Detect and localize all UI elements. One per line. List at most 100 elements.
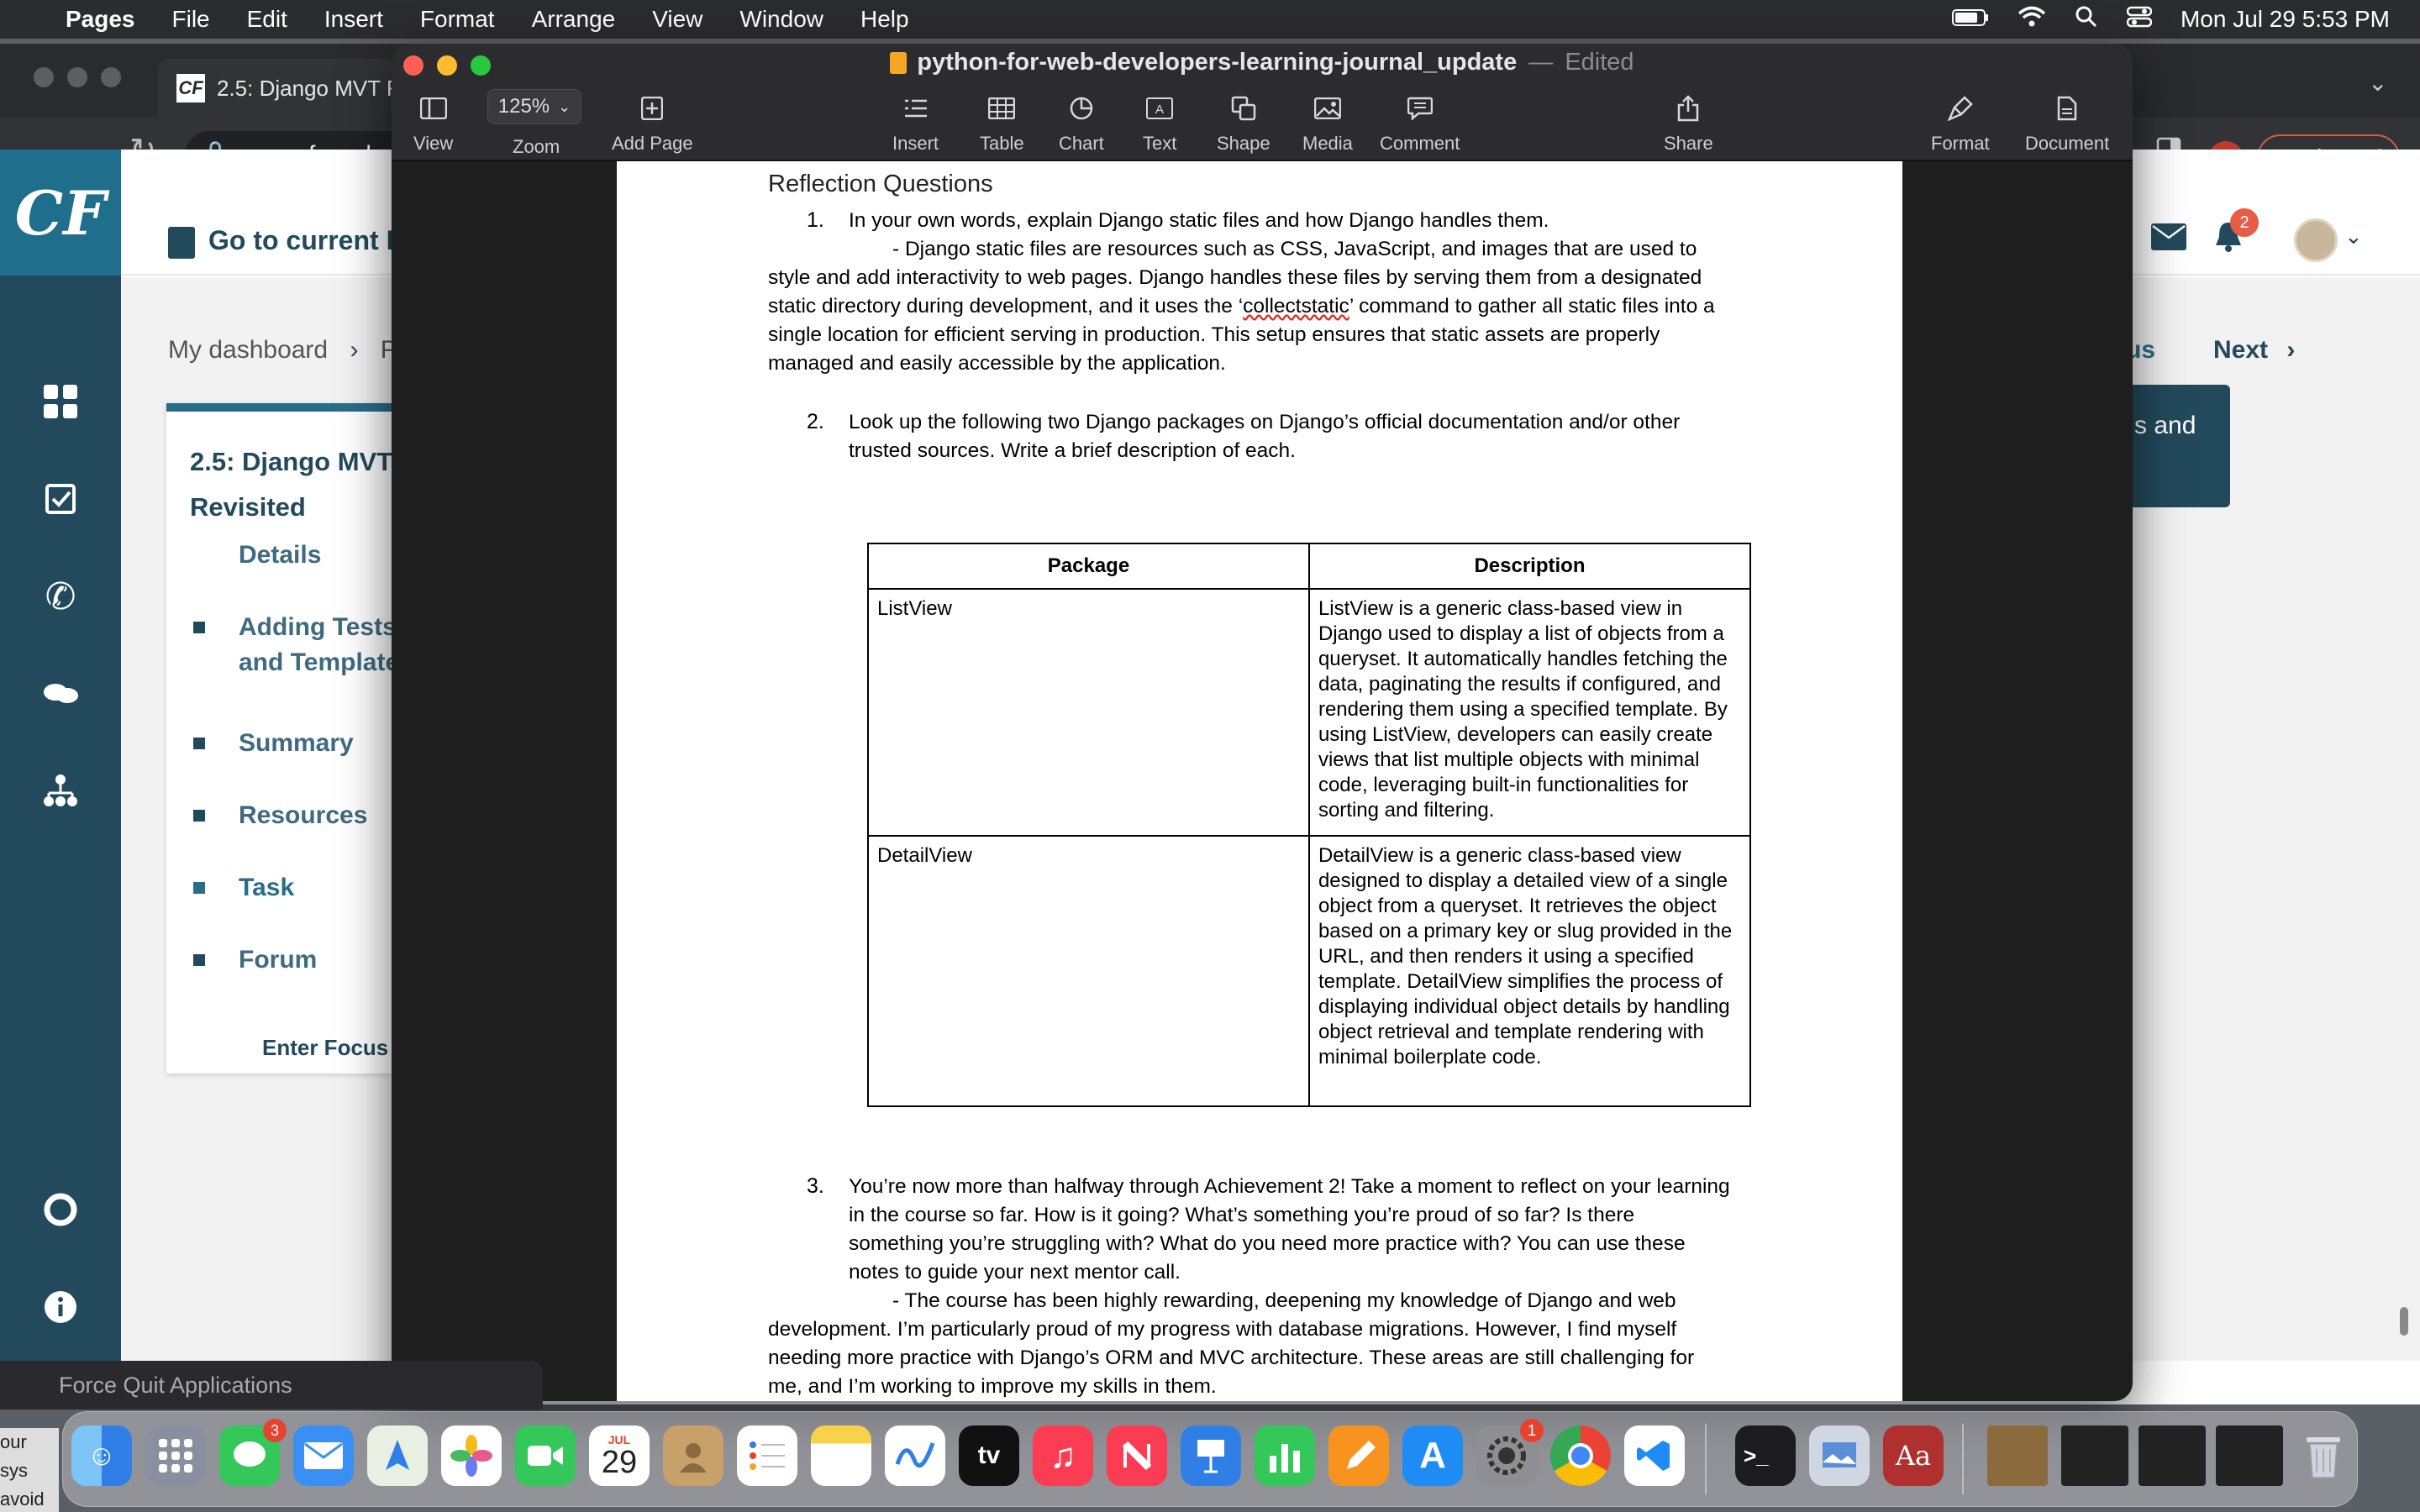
table-button[interactable]: Table [980, 91, 1024, 155]
menu-help[interactable]: Help [860, 6, 909, 33]
menu-app-name[interactable]: Pages [66, 6, 135, 33]
facetime-icon[interactable] [515, 1425, 576, 1486]
minimized-window-thumbnail[interactable] [2216, 1425, 2283, 1486]
card-item-adding-tests[interactable]: Adding Tests f [239, 613, 412, 642]
contacts-icon[interactable] [663, 1425, 723, 1486]
card-item-and-templates[interactable]: and Templates [239, 648, 413, 677]
document-page[interactable]: Reflection Questions 1. In your own word… [617, 161, 1902, 1401]
q1-answer-line: single location for efficient serving in… [768, 323, 1660, 346]
table-cell-description[interactable]: ListView is a generic class-based view i… [1307, 588, 1752, 837]
go-to-current-exercise-link[interactable]: Go to current E [168, 225, 404, 259]
chart-button[interactable]: Chart [1059, 91, 1104, 155]
card-item-resources[interactable]: Resources [239, 801, 367, 830]
next-link[interactable]: Next › [2213, 336, 2295, 365]
zoom-dropdown[interactable]: 125% ⌄ [487, 89, 581, 124]
enter-focus-mode-link[interactable]: Enter Focus M [262, 1035, 413, 1061]
media-button[interactable]: Media [1302, 91, 1353, 155]
card-item-task[interactable]: Task [239, 874, 294, 902]
q2-number: 2. [807, 410, 824, 433]
document-button[interactable]: Document [2025, 91, 2109, 155]
share-label: Share [1664, 133, 1713, 154]
trash-icon[interactable] [2293, 1425, 2354, 1486]
insert-button[interactable]: Insert [892, 91, 939, 155]
mail-icon[interactable] [2151, 223, 2186, 255]
card-item-summary[interactable]: Summary [239, 729, 354, 758]
browser-tab[interactable]: CF 2.5: Django MVT R [158, 59, 410, 118]
q2-question-line: trusted sources. Write a brief descripti… [849, 439, 1296, 462]
minimized-window-thumbnail[interactable] [2061, 1425, 2128, 1486]
menu-view[interactable]: View [652, 6, 702, 33]
shape-button[interactable]: Shape [1217, 91, 1270, 155]
card-details-link[interactable]: Details [239, 541, 321, 570]
chrome-icon[interactable] [1550, 1425, 1611, 1486]
pages-app-icon[interactable] [1328, 1425, 1389, 1486]
browser-scrollbar[interactable] [2400, 1307, 2408, 1336]
vscode-icon[interactable] [1624, 1425, 1685, 1486]
avatar-chevron-down-icon[interactable]: ⌄ [2344, 223, 2363, 249]
messages-icon[interactable]: 3 [219, 1419, 287, 1486]
notifications-bell-icon[interactable]: 2 [2212, 208, 2259, 258]
battery-icon[interactable] [1951, 6, 1989, 33]
menu-edit[interactable]: Edit [247, 6, 287, 33]
format-button[interactable]: Format [1931, 91, 1990, 155]
tasks-checkbox-icon[interactable] [37, 475, 84, 522]
terminal-icon[interactable]: >_ [1735, 1425, 1796, 1486]
system-settings-icon[interactable]: 1 [1476, 1419, 1544, 1486]
photos-icon[interactable] [441, 1425, 502, 1486]
card-item-forum[interactable]: Forum [239, 946, 317, 974]
wifi-icon[interactable] [2018, 6, 2046, 34]
careerfoundry-logo[interactable]: CF [0, 150, 121, 276]
menu-file[interactable]: File [172, 6, 210, 33]
network-people-icon[interactable] [37, 768, 84, 815]
finder-icon[interactable]: ☺ [71, 1425, 132, 1486]
text-button[interactable]: A Text [1143, 91, 1176, 155]
maps-icon[interactable] [367, 1425, 428, 1486]
menu-format[interactable]: Format [420, 6, 495, 33]
minimized-window-thumbnail[interactable] [2139, 1425, 2206, 1486]
table-cell-package[interactable]: ListView [867, 588, 1310, 837]
menu-datetime[interactable]: Mon Jul 29 5:53 PM [2181, 6, 2390, 33]
browser-zoom-button[interactable] [101, 67, 121, 87]
bullet-icon [193, 622, 205, 633]
browser-minimize-button[interactable] [67, 67, 87, 87]
go-to-current-label: Go to current E [208, 225, 404, 255]
community-chat-icon[interactable] [37, 670, 84, 717]
info-icon[interactable] [37, 1284, 84, 1331]
notes-icon[interactable] [811, 1425, 871, 1486]
force-quit-window-title[interactable]: Force Quit Applications [0, 1361, 543, 1410]
user-avatar[interactable] [2294, 218, 2338, 262]
keynote-icon[interactable] [1181, 1425, 1241, 1486]
menu-insert[interactable]: Insert [324, 6, 383, 33]
spotlight-search-icon[interactable] [2075, 5, 2098, 34]
freeform-icon[interactable] [885, 1425, 945, 1486]
calendar-icon[interactable]: JUL 29 [589, 1425, 650, 1486]
table-cell-package[interactable]: DetailView [867, 835, 1310, 1107]
mail-app-icon[interactable] [293, 1425, 354, 1486]
table-cell-description[interactable]: DetailView is a generic class-based view… [1307, 835, 1752, 1107]
news-icon[interactable] [1107, 1425, 1167, 1486]
chart-pie-icon [1069, 91, 1094, 126]
packages-table[interactable]: Package Description ListView ListView is… [867, 543, 1752, 1107]
downloads-stack-icon[interactable] [1987, 1425, 2048, 1486]
control-center-icon[interactable] [2126, 6, 2153, 34]
app-store-icon[interactable]: A [1402, 1425, 1463, 1486]
menu-arrange[interactable]: Arrange [532, 6, 616, 33]
numbers-icon[interactable] [1255, 1425, 1315, 1486]
share-button[interactable]: Share [1664, 91, 1713, 155]
dictionary-icon[interactable]: Aa [1883, 1425, 1944, 1486]
reminders-icon[interactable] [737, 1425, 797, 1486]
apple-tv-icon[interactable]: tv [959, 1425, 1019, 1486]
tab-list-chevron-icon[interactable]: ⌄ [2368, 69, 2387, 97]
browser-close-button[interactable] [34, 67, 54, 87]
menu-window[interactable]: Window [739, 6, 823, 33]
preview-icon[interactable] [1809, 1425, 1870, 1486]
call-phone-icon[interactable]: ✆ [37, 573, 84, 620]
add-page-button[interactable]: Add Page [612, 91, 693, 155]
view-button[interactable]: View [413, 91, 453, 155]
breadcrumb-dashboard[interactable]: My dashboard [168, 336, 328, 364]
music-icon[interactable]: ♫ [1033, 1425, 1093, 1486]
launchpad-icon[interactable] [145, 1425, 206, 1486]
support-lifebuoy-icon[interactable] [37, 1186, 84, 1233]
comment-button[interactable]: Comment [1380, 91, 1460, 155]
dashboard-grid-icon[interactable] [37, 378, 84, 425]
